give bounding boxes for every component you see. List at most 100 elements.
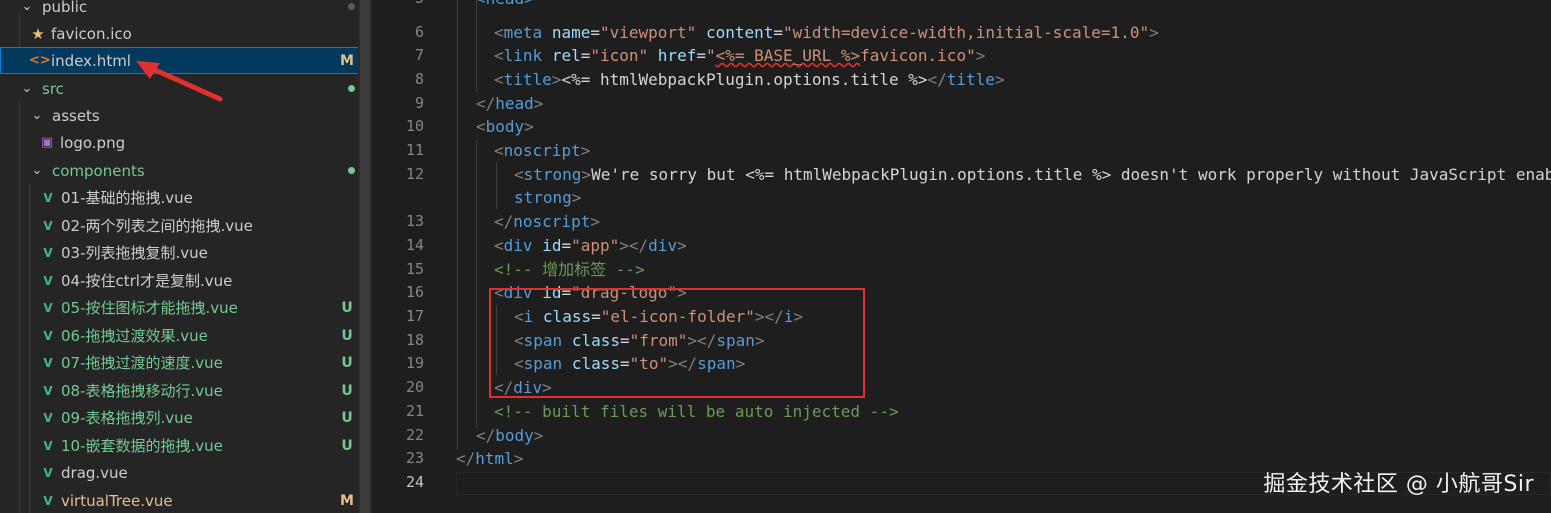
vue-icon: V — [43, 190, 53, 205]
code-line-10: <body> — [476, 117, 534, 136]
status-dot — [348, 3, 355, 10]
line-number: 9 — [414, 94, 424, 112]
tree-item-label: favicon.ico — [51, 24, 132, 43]
chevron-down-icon: ⌄ — [21, 0, 33, 14]
tree-file-vue[interactable]: V drag.vue — [0, 459, 358, 486]
annotation-highlight-box — [489, 288, 865, 398]
code-line-9: </head> — [476, 94, 544, 113]
tree-file-vue[interactable]: V 01-基础的拖拽.vue — [0, 184, 358, 211]
annotation-arrow-icon — [136, 61, 223, 102]
vue-icon: V — [43, 383, 53, 398]
tree-item-label: drag.vue — [61, 463, 128, 482]
tree-folder-components[interactable]: ⌄ components — [0, 157, 358, 184]
tree-file-vue[interactable]: V 05-按住图标才能拖拽.vue U — [0, 294, 358, 321]
vue-icon: V — [43, 273, 53, 288]
tree-file-vue[interactable]: V virtualTree.vue M — [0, 487, 358, 513]
indent-guide — [457, 0, 458, 450]
tree-file-vue[interactable]: V 07-拖拽过渡的速度.vue U — [0, 349, 358, 376]
vue-icon: V — [43, 300, 53, 315]
code-line-11: <noscript> — [494, 141, 591, 160]
tree-item-label: 04-按住ctrl才是复制.vue — [61, 272, 233, 290]
tree-item-label: components — [52, 161, 145, 180]
tree-item-label: logo.png — [60, 133, 126, 152]
git-status-badge: U — [341, 409, 353, 426]
scrollbar-thumb[interactable] — [360, 0, 370, 513]
star-icon: ★ — [31, 24, 45, 43]
line-number: 21 — [405, 402, 424, 420]
line-number: 17 — [405, 307, 424, 325]
tree-file-vue[interactable]: V 02-两个列表之间的拖拽.vue — [0, 212, 358, 239]
tree-item-label: 10-嵌套数据的拖拽.vue — [61, 437, 223, 455]
tree-item-label: public — [42, 0, 88, 16]
line-number-active: 24 — [405, 473, 424, 491]
vue-icon: V — [43, 493, 53, 508]
line-number: 6 — [414, 23, 424, 41]
chevron-down-icon: ⌄ — [31, 163, 43, 178]
tree-file-vue[interactable]: V 03-列表拖拽复制.vue — [0, 239, 358, 266]
line-number: 14 — [405, 236, 424, 254]
code-line-8: <title><%= htmlWebpackPlugin.options.tit… — [494, 70, 1005, 89]
tree-item-label: assets — [52, 106, 100, 125]
status-dot — [348, 85, 355, 92]
code-line-13: </noscript> — [494, 212, 600, 231]
vue-icon: V — [43, 465, 53, 480]
vue-icon: V — [43, 355, 53, 370]
html-icon: <> — [29, 53, 51, 68]
tree-file-vue[interactable]: V 04-按住ctrl才是复制.vue — [0, 267, 358, 294]
line-number: 13 — [405, 212, 424, 230]
line-number: 10 — [405, 117, 424, 135]
git-status-badge: U — [341, 327, 353, 344]
tree-item-label: 08-表格拖拽移动行.vue — [61, 382, 223, 400]
tag-token: <head> — [476, 0, 534, 8]
chevron-down-icon: ⌄ — [31, 108, 43, 123]
vue-icon: V — [43, 328, 53, 343]
tree-file-vue[interactable]: V 10-嵌套数据的拖拽.vue U — [0, 432, 358, 459]
tree-file-vue[interactable]: V 06-拖拽过渡效果.vue U — [0, 322, 358, 349]
status-dot — [348, 167, 355, 174]
code-line-14: <div id="app"></div> — [494, 236, 687, 255]
line-number: 20 — [405, 378, 424, 396]
indent-guide — [496, 163, 497, 209]
line-number: 5 — [372, 0, 424, 10]
line-number: 8 — [414, 70, 424, 88]
vue-icon: V — [43, 410, 53, 425]
code-line-15-comment: <!-- 增加标签 --> — [494, 260, 645, 279]
git-status-badge: U — [341, 382, 353, 399]
tree-file-favicon[interactable]: ★ favicon.ico — [0, 20, 358, 47]
code-line-22: </body> — [476, 426, 544, 445]
tree-item-label: 05-按住图标才能拖拽.vue — [61, 299, 238, 317]
code-line-21-comment: <!-- built files will be auto injected -… — [494, 402, 899, 421]
git-status-badge: M — [340, 52, 354, 69]
tree-folder-public[interactable]: ⌄ public — [0, 0, 358, 20]
line-number: 16 — [405, 283, 424, 301]
vue-icon: V — [43, 218, 53, 233]
tree-file-vue[interactable]: V 08-表格拖拽移动行.vue U — [0, 377, 358, 404]
tree-item-label: 09-表格拖拽列.vue — [61, 409, 193, 427]
tree-file-vue[interactable]: V 09-表格拖拽列.vue U — [0, 404, 358, 431]
git-status-badge: U — [341, 437, 353, 454]
code-line-12-wrap: strong> — [514, 188, 582, 207]
line-number: 22 — [405, 426, 424, 444]
tree-file-logo[interactable]: ▣ logo.png — [0, 129, 358, 156]
image-icon: ▣ — [40, 135, 54, 150]
code-editor[interactable]: 5 6 7 8 9 10 11 12 13 14 15 16 17 18 19 … — [372, 0, 1551, 513]
code-line-5: <head> — [476, 0, 534, 10]
code-line-12: <strong>We're sorry but <%= htmlWebpackP… — [514, 165, 1551, 184]
indent-guide — [476, 140, 477, 428]
tree-item-label: 01-基础的拖拽.vue — [61, 189, 193, 207]
indent-guide — [476, 0, 477, 92]
git-status-badge: U — [341, 299, 353, 316]
tree-folder-assets[interactable]: ⌄ assets — [0, 102, 358, 129]
code-line-23: </html> — [456, 449, 524, 468]
line-number: 12 — [405, 165, 424, 183]
vue-icon: V — [43, 245, 53, 260]
tree-item-label: 06-拖拽过渡效果.vue — [61, 327, 208, 345]
line-number: 15 — [405, 260, 424, 278]
sidebar-scrollbar[interactable] — [358, 0, 372, 513]
line-number: 7 — [414, 46, 424, 64]
code-line-6: <meta name="viewport" content="width=dev… — [494, 23, 1159, 42]
vue-icon: V — [43, 438, 53, 453]
git-status-badge: U — [341, 354, 353, 371]
tree-item-label: 07-拖拽过渡的速度.vue — [61, 354, 223, 372]
tree-item-label: virtualTree.vue — [61, 491, 173, 510]
